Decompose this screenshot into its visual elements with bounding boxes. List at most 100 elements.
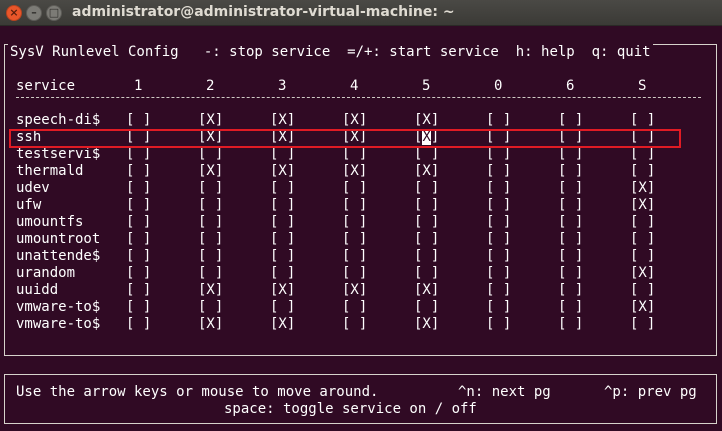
runlevel-toggle[interactable]: [ ] bbox=[486, 180, 511, 197]
runlevel-toggle[interactable]: [ ] bbox=[630, 163, 655, 180]
runlevel-toggle[interactable]: [ ] bbox=[270, 248, 295, 265]
runlevel-toggle[interactable]: [ ] bbox=[270, 214, 295, 231]
runlevel-toggle[interactable]: [ ] bbox=[342, 231, 367, 248]
table-row[interactable]: ufw [ ] [ ] [ ] [ ] [ ] [ ] [ ] [X] bbox=[16, 197, 706, 214]
runlevel-toggle[interactable]: [ ] bbox=[630, 214, 655, 231]
runlevel-toggle[interactable]: [ ] bbox=[126, 112, 151, 129]
runlevel-toggle[interactable]: [ ] bbox=[342, 299, 367, 316]
runlevel-toggle[interactable]: [ ] bbox=[486, 163, 511, 180]
runlevel-toggle[interactable]: [ ] bbox=[486, 214, 511, 231]
maximize-window-button[interactable]: □ bbox=[46, 5, 62, 21]
runlevel-toggle[interactable]: [X] bbox=[342, 112, 367, 129]
runlevel-toggle[interactable]: [ ] bbox=[558, 265, 583, 282]
runlevel-toggle[interactable]: [X] bbox=[270, 282, 295, 299]
runlevel-toggle[interactable]: [ ] bbox=[558, 146, 583, 163]
runlevel-toggle[interactable]: [ ] bbox=[126, 214, 151, 231]
runlevel-toggle[interactable]: [ ] bbox=[558, 112, 583, 129]
runlevel-toggle[interactable]: [ ] bbox=[270, 180, 295, 197]
runlevel-toggle[interactable]: [X] bbox=[414, 112, 439, 129]
runlevel-toggle[interactable]: [ ] bbox=[198, 265, 223, 282]
runlevel-toggle[interactable]: [ ] bbox=[558, 214, 583, 231]
runlevel-toggle[interactable]: [ ] bbox=[414, 146, 439, 163]
runlevel-toggle[interactable]: [ ] bbox=[630, 248, 655, 265]
runlevel-toggle[interactable]: [ ] bbox=[486, 146, 511, 163]
runlevel-toggle[interactable]: [ ] bbox=[342, 316, 367, 333]
runlevel-toggle[interactable]: [ ] bbox=[270, 231, 295, 248]
runlevel-toggle[interactable]: [ ] bbox=[198, 248, 223, 265]
runlevel-toggle[interactable]: [ ] bbox=[198, 180, 223, 197]
runlevel-toggle[interactable]: [X] bbox=[198, 316, 223, 333]
runlevel-toggle[interactable]: [ ] bbox=[126, 163, 151, 180]
runlevel-toggle[interactable]: [X] bbox=[342, 163, 367, 180]
runlevel-toggle[interactable]: [ ] bbox=[630, 231, 655, 248]
runlevel-toggle[interactable]: [X] bbox=[198, 112, 223, 129]
table-row[interactable]: vmware-to$ [ ] [X] [X] [ ] [X] [ ] [ ] [ ] bbox=[16, 316, 706, 333]
runlevel-toggle[interactable]: [ ] bbox=[630, 146, 655, 163]
runlevel-toggle[interactable]: [ ] bbox=[558, 197, 583, 214]
runlevel-toggle[interactable]: [ ] bbox=[486, 299, 511, 316]
runlevel-toggle[interactable]: [ ] bbox=[414, 231, 439, 248]
runlevel-toggle[interactable]: [ ] bbox=[126, 282, 151, 299]
runlevel-toggle[interactable]: [ ] bbox=[486, 316, 511, 333]
runlevel-toggle[interactable]: [ ] bbox=[414, 299, 439, 316]
runlevel-toggle[interactable]: [ ] bbox=[558, 299, 583, 316]
runlevel-toggle[interactable]: [ ] bbox=[270, 299, 295, 316]
runlevel-toggle[interactable]: [ ] bbox=[414, 197, 439, 214]
runlevel-toggle[interactable]: [ ] bbox=[198, 299, 223, 316]
runlevel-toggle[interactable]: [X] bbox=[630, 180, 655, 197]
runlevel-toggle[interactable]: [X] bbox=[630, 265, 655, 282]
runlevel-toggle[interactable]: [ ] bbox=[342, 146, 367, 163]
runlevel-toggle[interactable]: [ ] bbox=[486, 231, 511, 248]
runlevel-toggle[interactable]: [ ] bbox=[270, 265, 295, 282]
runlevel-toggle[interactable]: [ ] bbox=[342, 197, 367, 214]
runlevel-toggle[interactable]: [X] bbox=[270, 112, 295, 129]
runlevel-toggle[interactable]: [ ] bbox=[126, 248, 151, 265]
runlevel-toggle[interactable]: [X] bbox=[414, 163, 439, 180]
runlevel-toggle[interactable]: [ ] bbox=[558, 231, 583, 248]
table-row[interactable]: urandom [ ] [ ] [ ] [ ] [ ] [ ] [ ] [X] bbox=[16, 265, 706, 282]
runlevel-toggle[interactable]: [ ] bbox=[486, 282, 511, 299]
runlevel-toggle[interactable]: [X] bbox=[270, 316, 295, 333]
runlevel-toggle[interactable]: [ ] bbox=[126, 299, 151, 316]
runlevel-toggle[interactable]: [X] bbox=[342, 282, 367, 299]
runlevel-toggle[interactable]: [ ] bbox=[558, 163, 583, 180]
runlevel-toggle[interactable]: [X] bbox=[630, 299, 655, 316]
table-row[interactable]: umountroot [ ] [ ] [ ] [ ] [ ] [ ] [ ] [ ] bbox=[16, 231, 706, 248]
runlevel-toggle[interactable]: [ ] bbox=[414, 248, 439, 265]
runlevel-toggle[interactable]: [ ] bbox=[414, 214, 439, 231]
runlevel-toggle[interactable]: [ ] bbox=[414, 180, 439, 197]
runlevel-toggle[interactable]: [X] bbox=[630, 197, 655, 214]
table-row[interactable]: uuidd [ ] [X] [X] [X] [X] [ ] [ ] [ ] bbox=[16, 282, 706, 299]
runlevel-toggle[interactable]: [ ] bbox=[342, 248, 367, 265]
runlevel-toggle[interactable]: [X] bbox=[270, 163, 295, 180]
runlevel-toggle[interactable]: [ ] bbox=[126, 265, 151, 282]
runlevel-toggle[interactable]: [ ] bbox=[198, 214, 223, 231]
table-row[interactable]: vmware-to$ [ ] [ ] [ ] [ ] [ ] [ ] [ ] [X] bbox=[16, 299, 706, 316]
runlevel-toggle[interactable]: [ ] bbox=[486, 112, 511, 129]
close-window-button[interactable]: × bbox=[6, 5, 22, 21]
table-row[interactable]: umountfs [ ] [ ] [ ] [ ] [ ] [ ] [ ] [ ] bbox=[16, 214, 706, 231]
runlevel-toggle[interactable]: [ ] bbox=[558, 282, 583, 299]
runlevel-toggle[interactable]: [ ] bbox=[198, 197, 223, 214]
runlevel-toggle[interactable]: [ ] bbox=[126, 146, 151, 163]
runlevel-toggle[interactable]: [ ] bbox=[342, 214, 367, 231]
table-row[interactable]: unattende$ [ ] [ ] [ ] [ ] [ ] [ ] [ ] [ ] bbox=[16, 248, 706, 265]
runlevel-toggle[interactable]: [ ] bbox=[126, 231, 151, 248]
runlevel-toggle[interactable]: [ ] bbox=[486, 197, 511, 214]
table-row[interactable]: udev [ ] [ ] [ ] [ ] [ ] [ ] [ ] [X] bbox=[16, 180, 706, 197]
runlevel-toggle[interactable]: [ ] bbox=[630, 282, 655, 299]
table-row[interactable]: testservi$ [ ] [ ] [ ] [ ] [ ] [ ] [ ] [ ] bbox=[16, 146, 706, 163]
runlevel-toggle[interactable]: [ ] bbox=[342, 265, 367, 282]
table-row[interactable]: thermald [ ] [X] [X] [X] [X] [ ] [ ] [ ] bbox=[16, 163, 706, 180]
runlevel-toggle[interactable]: [ ] bbox=[126, 180, 151, 197]
runlevel-toggle[interactable]: [ ] bbox=[558, 180, 583, 197]
runlevel-toggle[interactable]: [ ] bbox=[414, 265, 439, 282]
runlevel-toggle[interactable]: [X] bbox=[414, 282, 439, 299]
runlevel-toggle[interactable]: [ ] bbox=[270, 146, 295, 163]
runlevel-toggle[interactable]: [ ] bbox=[630, 112, 655, 129]
runlevel-toggle[interactable]: [ ] bbox=[126, 316, 151, 333]
runlevel-toggle[interactable]: [ ] bbox=[558, 248, 583, 265]
runlevel-toggle[interactable]: [ ] bbox=[486, 265, 511, 282]
runlevel-toggle[interactable]: [ ] bbox=[342, 180, 367, 197]
runlevel-toggle[interactable]: [ ] bbox=[270, 197, 295, 214]
